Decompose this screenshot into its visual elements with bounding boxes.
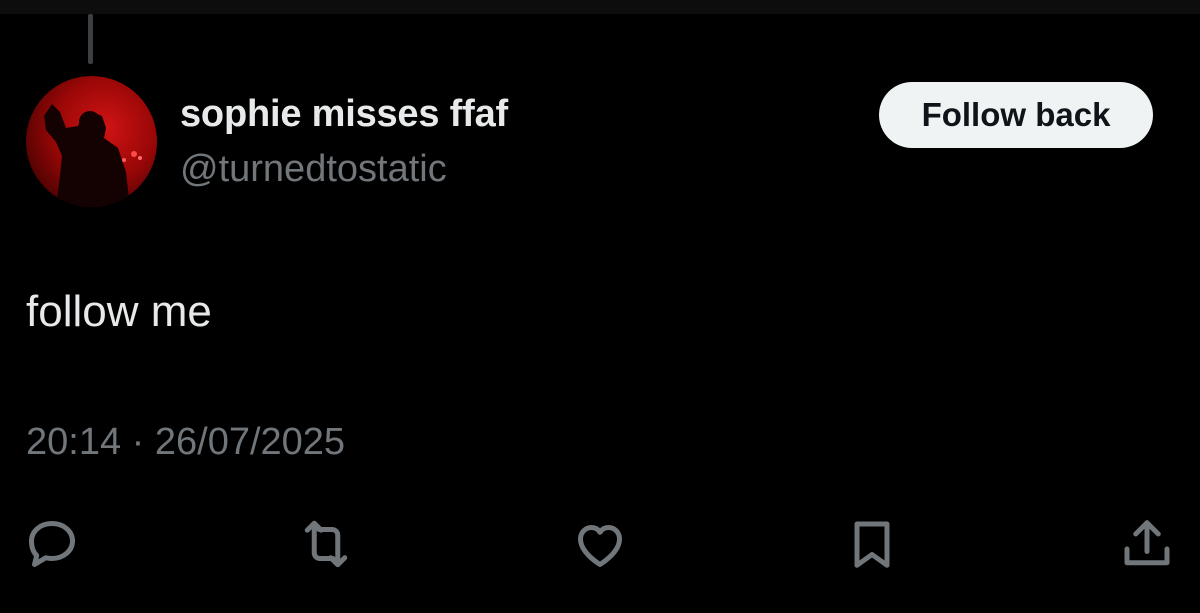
bookmark-button[interactable] <box>842 514 902 574</box>
tweet-time: 20:14 <box>26 421 122 463</box>
reply-button[interactable] <box>22 514 82 574</box>
like-icon <box>578 525 622 567</box>
avatar[interactable] <box>26 76 157 207</box>
thread-connector-line <box>88 14 93 64</box>
tweet-timestamp[interactable]: 20:14 · 26/07/2025 <box>26 421 345 464</box>
author-display-name[interactable]: sophie misses ffaf <box>180 93 508 136</box>
bookmark-icon <box>854 521 890 568</box>
share-button[interactable] <box>1117 514 1177 574</box>
tweet-date: 26/07/2025 <box>154 421 346 463</box>
retweet-icon <box>304 520 348 568</box>
retweet-button[interactable] <box>296 514 356 574</box>
timestamp-separator: · <box>131 421 145 463</box>
follow-back-button[interactable]: Follow back <box>879 82 1153 148</box>
tweet-text: follow me <box>26 287 212 336</box>
like-button[interactable] <box>570 514 630 574</box>
top-divider <box>0 0 1200 14</box>
avatar-silhouette-image <box>44 104 142 207</box>
reply-icon <box>29 521 75 567</box>
author-handle[interactable]: @turnedtostatic <box>180 148 447 191</box>
share-icon <box>1124 520 1170 566</box>
